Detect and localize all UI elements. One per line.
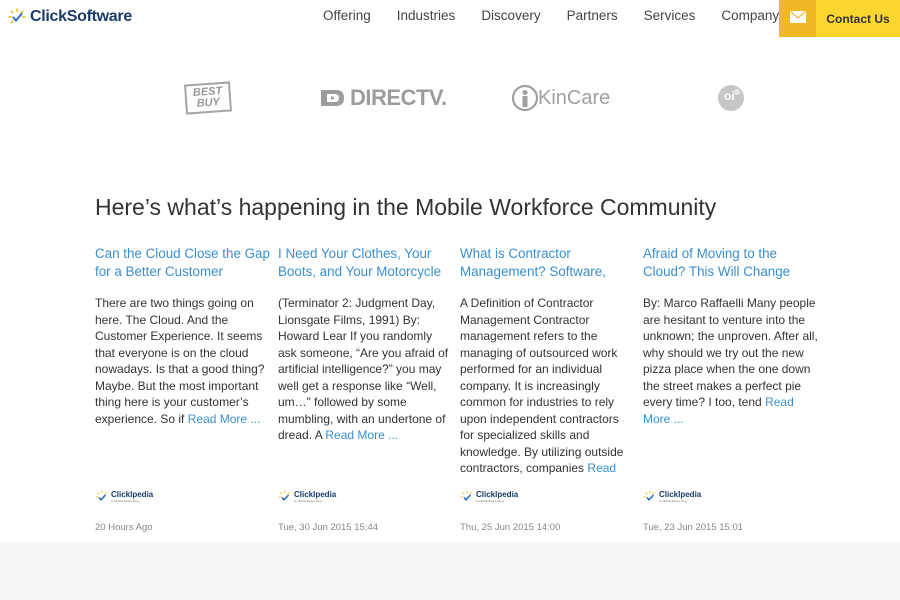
logo-text: ClickSoftware	[30, 8, 132, 25]
kincare-logo: KinCare	[512, 80, 610, 116]
clickipedia-badge: ClickIpedia A ClickSoftware blog	[460, 490, 518, 504]
read-more-link[interactable]: Read	[587, 461, 616, 475]
clickipedia-check-icon	[460, 490, 472, 501]
directv-logo: DIRECTV.	[320, 80, 447, 116]
oi-logo: oi	[716, 80, 746, 116]
post-date: Tue, 23 Jun 2015 15:01	[643, 522, 744, 533]
post-card: I Need Your Clothes, Your Boots, and You…	[278, 245, 453, 533]
nav-partners[interactable]: Partners	[554, 0, 631, 34]
kincare-logo-text: KinCare	[538, 86, 611, 109]
clickipedia-check-icon	[643, 490, 655, 501]
post-excerpt: (Terminator 2: Judgment Day, Lionsgate F…	[278, 295, 453, 444]
clickipedia-sub: A ClickSoftware blog	[659, 499, 687, 503]
clickipedia-sub: A ClickSoftware blog	[294, 499, 322, 503]
bestbuy-logo: BEST BUY	[184, 80, 232, 116]
post-excerpt: There are two things going on here. The …	[95, 295, 270, 427]
clicksoftware-sunburst-icon	[8, 8, 26, 26]
oi-logo-text: oi	[724, 89, 735, 103]
kincare-mark-icon	[512, 85, 538, 111]
post-excerpt: A Definition of Contractor Management Co…	[460, 295, 635, 477]
clickipedia-label: ClickIpedia	[111, 490, 154, 499]
client-logos: BEST BUY DIRECTV. KinCare oi	[0, 80, 900, 116]
post-title-link[interactable]: What is Contractor Management? Software,	[460, 245, 635, 285]
section-title: Here’s what’s happening in the Mobile Wo…	[95, 194, 717, 220]
clickipedia-label: ClickIpedia	[294, 490, 337, 499]
post-excerpt-text: A Definition of Contractor Management Co…	[460, 296, 624, 475]
clickipedia-check-icon	[278, 490, 290, 501]
clickipedia-badge: ClickIpedia A ClickSoftware blog	[278, 490, 336, 504]
footer-band	[0, 542, 900, 600]
directv-logo-text: DIRECTV.	[350, 85, 447, 110]
post-card: Can the Cloud Close the Gap for a Better…	[95, 245, 270, 533]
envelope-icon	[789, 10, 806, 28]
post-excerpt-text: There are two things going on here. The …	[95, 296, 265, 426]
nav-services[interactable]: Services	[631, 0, 709, 34]
post-card: Afraid of Moving to the Cloud? This Will…	[643, 245, 818, 533]
post-excerpt: By: Marco Raffaelli Many people are hesi…	[643, 295, 818, 427]
clickipedia-badge: ClickIpedia A ClickSoftware blog	[95, 490, 153, 504]
clicksoftware-logo[interactable]: ClickSoftware	[8, 8, 132, 26]
post-date: Thu, 25 Jun 2015 14:00	[460, 522, 561, 533]
clickipedia-sub: A ClickSoftware blog	[476, 499, 504, 503]
post-date: Tue, 30 Jun 2015 15:44	[278, 522, 379, 533]
post-excerpt-text: By: Marco Raffaelli Many people are hesi…	[643, 296, 818, 409]
site-header: ClickSoftware Offering Industries Discov…	[0, 0, 900, 37]
clickipedia-sub: A ClickSoftware blog	[111, 499, 139, 503]
post-title-link[interactable]: I Need Your Clothes, Your Boots, and You…	[278, 245, 453, 285]
read-more-link[interactable]: Read More ...	[188, 412, 261, 426]
read-more-link[interactable]: Read More ...	[325, 428, 398, 442]
bestbuy-logo-bottom: BUY	[196, 96, 221, 110]
nav-industries[interactable]: Industries	[384, 0, 469, 34]
post-excerpt-text: (Terminator 2: Judgment Day, Lionsgate F…	[278, 296, 449, 442]
post-title-link[interactable]: Can the Cloud Close the Gap for a Better…	[95, 245, 270, 285]
clickipedia-label: ClickIpedia	[659, 490, 702, 499]
clickipedia-label: ClickIpedia	[476, 490, 519, 499]
post-date: 20 Hours Ago	[95, 522, 153, 533]
nav-offering[interactable]: Offering	[310, 0, 384, 34]
nav-discovery[interactable]: Discovery	[468, 0, 553, 34]
post-card: What is Contractor Management? Software,…	[460, 245, 635, 533]
post-title-link[interactable]: Afraid of Moving to the Cloud? This Will…	[643, 245, 818, 285]
clickipedia-check-icon	[95, 490, 107, 501]
directv-mark-icon	[321, 90, 344, 106]
main-nav: Offering Industries Discovery Partners S…	[310, 0, 792, 34]
contact-us-button[interactable]: Contact Us	[816, 0, 900, 37]
mail-button[interactable]	[779, 0, 816, 37]
clickipedia-badge: ClickIpedia A ClickSoftware blog	[643, 490, 701, 504]
